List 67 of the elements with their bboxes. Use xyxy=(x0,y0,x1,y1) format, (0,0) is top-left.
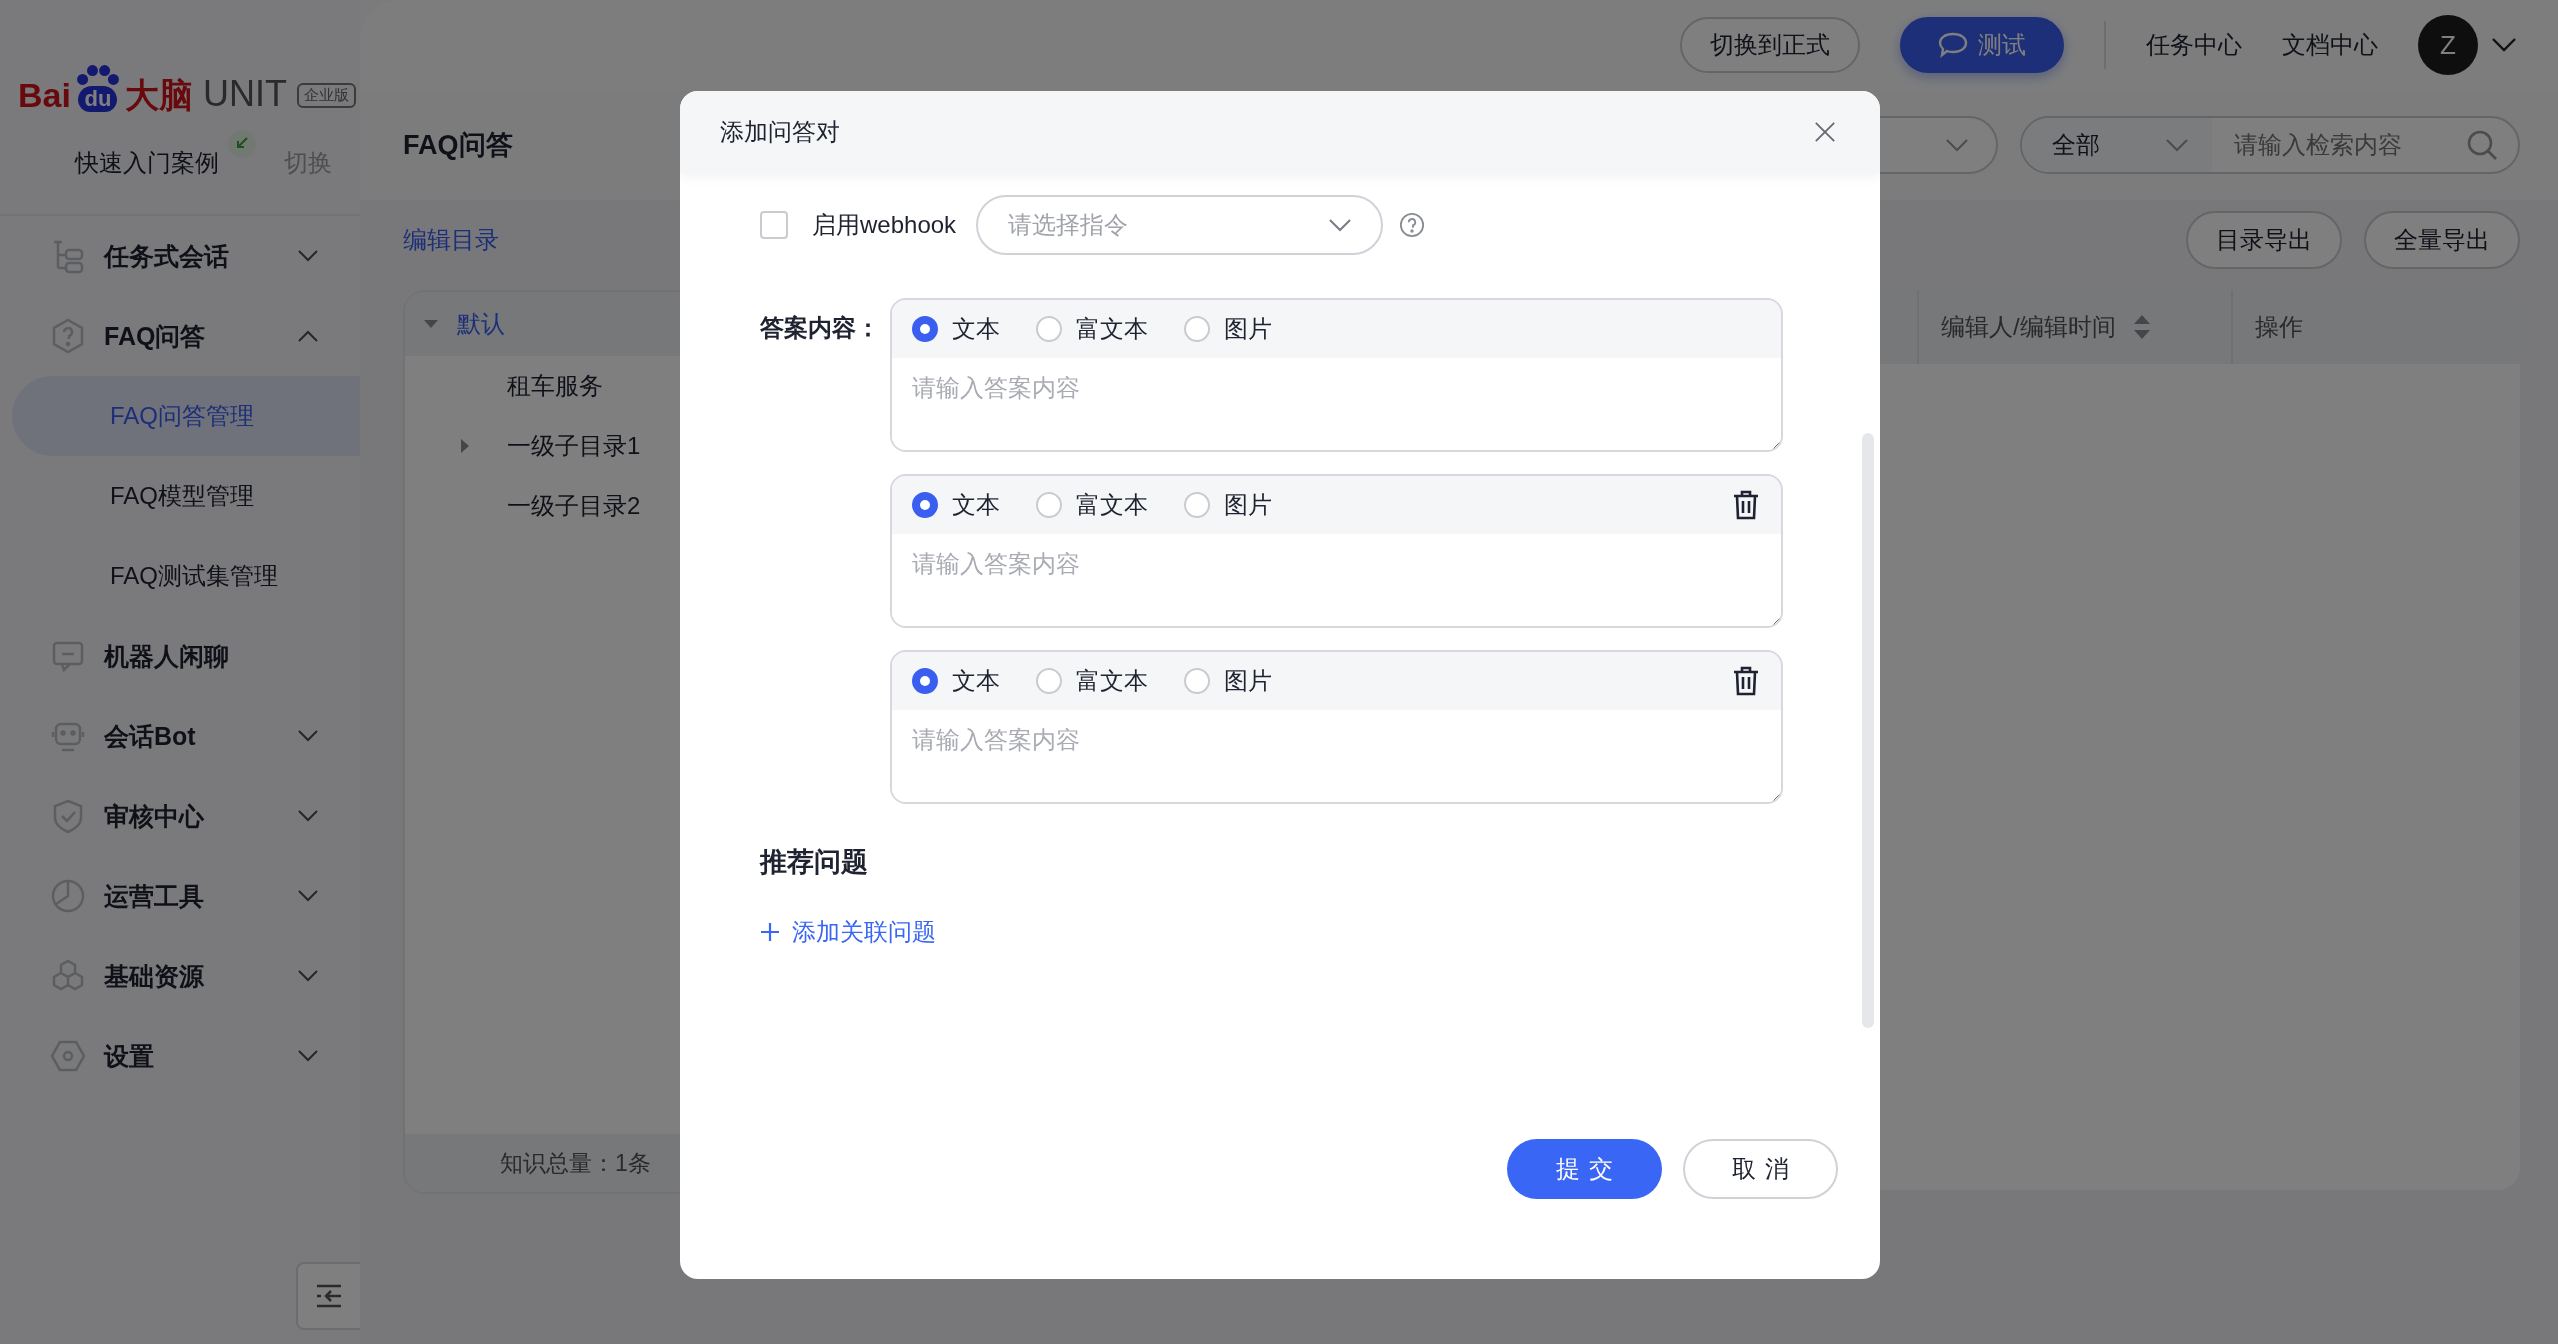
answer-type-radio[interactable]: 富文本 xyxy=(1036,665,1148,697)
test-button[interactable]: 测试 xyxy=(1900,17,2064,73)
caret-icon xyxy=(1329,218,1352,232)
export-button[interactable]: 全量导出 xyxy=(2364,211,2520,269)
answer-type-radio[interactable]: 富文本 xyxy=(1036,489,1148,521)
nav-link[interactable]: 文档中心 xyxy=(2282,29,2378,61)
section-title: 推荐问题 xyxy=(760,846,869,879)
logo-text: 大脑 xyxy=(124,78,193,112)
answer-field[interactable]: 文本 富文本 图片 请输入答案内容 xyxy=(890,650,1783,804)
tree-item[interactable]: 一级子目录1 xyxy=(405,416,875,476)
chat-bubble-icon xyxy=(1938,32,1968,58)
edition-badge: 企业版 xyxy=(296,83,356,108)
sidebar-item[interactable]: 机器人闲聊 xyxy=(0,616,360,696)
command-select[interactable]: 请选择指令 xyxy=(976,195,1384,255)
answer-type-radio[interactable]: 文本 xyxy=(912,489,1000,521)
paw-logo: du xyxy=(74,64,121,112)
collapse-icon xyxy=(315,1282,343,1310)
question-hexagon-icon xyxy=(50,318,86,354)
answer-type-radio[interactable]: 图片 xyxy=(1184,489,1272,521)
sidebar-item[interactable]: 任务式会话 xyxy=(0,216,360,296)
pie-chart-icon xyxy=(50,878,86,914)
gear-icon xyxy=(50,1038,86,1074)
sidebar-subitem[interactable]: FAQ问答管理 xyxy=(12,376,360,456)
answer-field[interactable]: 文本 富文本 图片 请输入答案内容 xyxy=(890,474,1783,628)
scrollbar[interactable] xyxy=(1862,433,1874,1028)
answer-type-radio[interactable]: 富文本 xyxy=(1036,313,1148,345)
sidebar-item[interactable]: 会话Bot xyxy=(0,696,360,776)
total-count: 知识总量：1条 xyxy=(500,1148,651,1178)
sidebar-item[interactable]: 审核中心 xyxy=(0,776,360,856)
sidebar-item[interactable]: FAQ问答 xyxy=(0,296,360,376)
nav-link[interactable]: 任务中心 xyxy=(2146,29,2242,61)
answer-field[interactable]: 文本 富文本 图片 请输入答案内容 xyxy=(890,298,1783,452)
caret-icon xyxy=(1946,138,1968,152)
collapse-sidebar-button[interactable] xyxy=(296,1262,360,1330)
column-header: 编辑人/编辑时间 xyxy=(1917,290,2231,364)
close-icon[interactable] xyxy=(1814,121,1836,143)
plus-icon xyxy=(760,922,780,942)
page-title: FAQ问答 xyxy=(403,129,513,162)
sidebar-item[interactable]: 基础资源 xyxy=(0,936,360,1016)
trash-icon[interactable] xyxy=(1733,666,1759,696)
sidebar-item[interactable]: 设置 xyxy=(0,1016,360,1096)
arrow-badge-icon xyxy=(228,130,256,158)
column-header: 操作 xyxy=(2231,290,2520,364)
quick-start-link[interactable]: 快速入门案例 xyxy=(75,147,219,179)
answer-type-radio[interactable]: 图片 xyxy=(1184,313,1272,345)
sidebar-subitem[interactable]: FAQ测试集管理 xyxy=(12,536,360,616)
answer-type-radio[interactable]: 文本 xyxy=(912,665,1000,697)
sidebar-item[interactable]: 运营工具 xyxy=(0,856,360,936)
checkbox[interactable] xyxy=(760,211,788,239)
cancel-button[interactable]: 取消 xyxy=(1683,1139,1838,1199)
sidebar-subitem[interactable]: FAQ模型管理 xyxy=(12,456,360,536)
export-button[interactable]: 目录导出 xyxy=(2186,211,2342,269)
switch-mode-button[interactable]: 切换到正式 xyxy=(1680,17,1860,73)
submit-button[interactable]: 提交 xyxy=(1507,1139,1662,1199)
checkbox-label: 启用webhook xyxy=(812,210,957,240)
caret-icon[interactable] xyxy=(2492,38,2516,52)
answer-type-radio[interactable]: 图片 xyxy=(1184,665,1272,697)
avatar[interactable]: Z xyxy=(2418,15,2478,75)
dialog-title: 添加问答对 xyxy=(720,117,840,147)
edit-catalog-link[interactable]: 编辑目录 xyxy=(403,224,499,256)
answer-type-radio[interactable]: 文本 xyxy=(912,313,1000,345)
trash-icon[interactable] xyxy=(1733,490,1759,520)
logo-text: Bai xyxy=(18,78,71,112)
sort-icon[interactable] xyxy=(2131,313,2152,341)
help-icon[interactable] xyxy=(1399,212,1426,238)
add-related-question-link[interactable]: 添加关联问题 xyxy=(760,916,936,948)
product-name: UNIT xyxy=(202,76,287,112)
